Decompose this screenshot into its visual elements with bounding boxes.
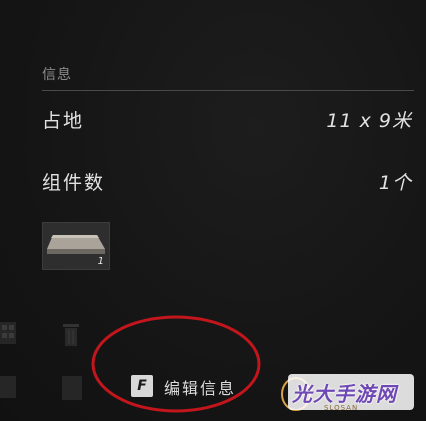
component-thumbnail[interactable]: 1: [42, 222, 110, 270]
section-title: 信息: [42, 67, 72, 83]
area-label: 占地: [42, 110, 85, 132]
component-count-label: 组件数: [42, 172, 106, 194]
area-value: 11 x 9米: [326, 110, 412, 132]
side-button-icon-2[interactable]: [62, 376, 82, 400]
watermark-logo: 光大手游网 SLOSAN: [268, 372, 418, 418]
side-button-icon[interactable]: [0, 376, 16, 398]
edit-key-hint[interactable]: F: [131, 375, 153, 397]
watermark-subtext: SLOSAN: [324, 404, 359, 412]
component-count-value: 1个: [378, 172, 412, 194]
grid-icon[interactable]: [0, 322, 16, 344]
thumbnail-count: 1: [97, 256, 104, 267]
trash-icon[interactable]: [60, 320, 82, 348]
info-panel: 信息 占地 11 x 9米 组件数 1个 1 F 编辑信息 光大手游网 SLOS…: [0, 0, 426, 421]
edit-info-button[interactable]: 编辑信息: [164, 375, 236, 399]
watermark-text: 光大手游网: [292, 382, 397, 406]
divider: [42, 90, 414, 91]
